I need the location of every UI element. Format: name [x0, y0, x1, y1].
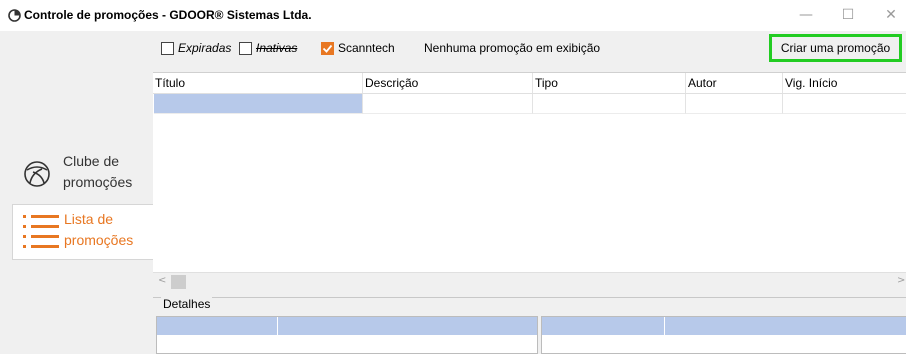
expiradas-checkbox[interactable] — [161, 42, 174, 55]
status-text: Nenhuma promoção em exibição — [424, 41, 601, 55]
column-header-vig-inicio[interactable]: Vig. Início — [783, 73, 906, 93]
minimize-button[interactable]: — — [791, 4, 821, 26]
inativas-checkbox[interactable] — [239, 42, 252, 55]
maximize-button[interactable]: ☐ — [833, 4, 863, 26]
details-right-header — [542, 317, 906, 335]
column-header-autor[interactable]: Autor — [686, 73, 783, 93]
title-bar: Controle de promoções - GDOOR® Sistemas … — [0, 0, 906, 31]
app-logo-icon — [8, 9, 21, 22]
details-right-table[interactable] — [541, 316, 906, 354]
scroll-thumb[interactable] — [171, 275, 186, 289]
create-promotion-button[interactable]: Criar uma promoção — [769, 34, 902, 62]
table-row-cell[interactable] — [533, 94, 686, 114]
window-title: Controle de promoções - GDOOR® Sistemas … — [24, 8, 312, 22]
horizontal-scrollbar[interactable]: < > — [153, 272, 906, 291]
details-left-header — [157, 317, 537, 335]
table-row-cell[interactable] — [783, 94, 906, 114]
details-left-table[interactable] — [156, 316, 538, 354]
sidebar-item-clube-promocoes[interactable]: Clube de promoções — [12, 147, 152, 199]
column-header-descricao[interactable]: Descrição — [363, 73, 533, 93]
checkmark-icon — [322, 44, 333, 53]
table-row-cell[interactable] — [686, 94, 783, 114]
column-divider — [664, 317, 665, 335]
scanntech-label[interactable]: Scanntech — [338, 41, 395, 55]
close-button[interactable]: ✕ — [876, 4, 906, 26]
sidebar: Clube de promoções Lista de promoções — [0, 31, 154, 353]
table-row-cell-selected[interactable] — [154, 94, 363, 114]
table-header: Título Descrição Tipo Autor Vig. Início — [153, 73, 906, 94]
details-legend: Detalhes — [161, 297, 213, 311]
sidebar-item-label: Clube de promoções — [63, 153, 133, 190]
list-icon — [23, 215, 59, 248]
promotions-table[interactable]: Título Descrição Tipo Autor Vig. Início — [153, 72, 906, 273]
sidebar-item-label: Lista de promoções — [64, 211, 134, 248]
table-row-cell[interactable] — [363, 94, 533, 114]
scroll-left-icon[interactable]: < — [158, 275, 166, 286]
column-divider — [277, 317, 278, 335]
sidebar-item-lista-promocoes[interactable]: Lista de promoções — [12, 204, 154, 260]
club-icon — [24, 161, 50, 187]
column-header-titulo[interactable]: Título — [153, 73, 363, 93]
details-group: Detalhes — [153, 297, 906, 354]
scanntech-checkbox[interactable] — [321, 42, 334, 55]
expiradas-label[interactable]: Expiradas — [178, 41, 231, 55]
toolbar: Expiradas Inativas Scanntech Nenhuma pro… — [153, 31, 906, 67]
inativas-label[interactable]: Inativas — [256, 41, 297, 55]
scroll-right-icon[interactable]: > — [897, 275, 905, 286]
column-header-tipo[interactable]: Tipo — [533, 73, 686, 93]
